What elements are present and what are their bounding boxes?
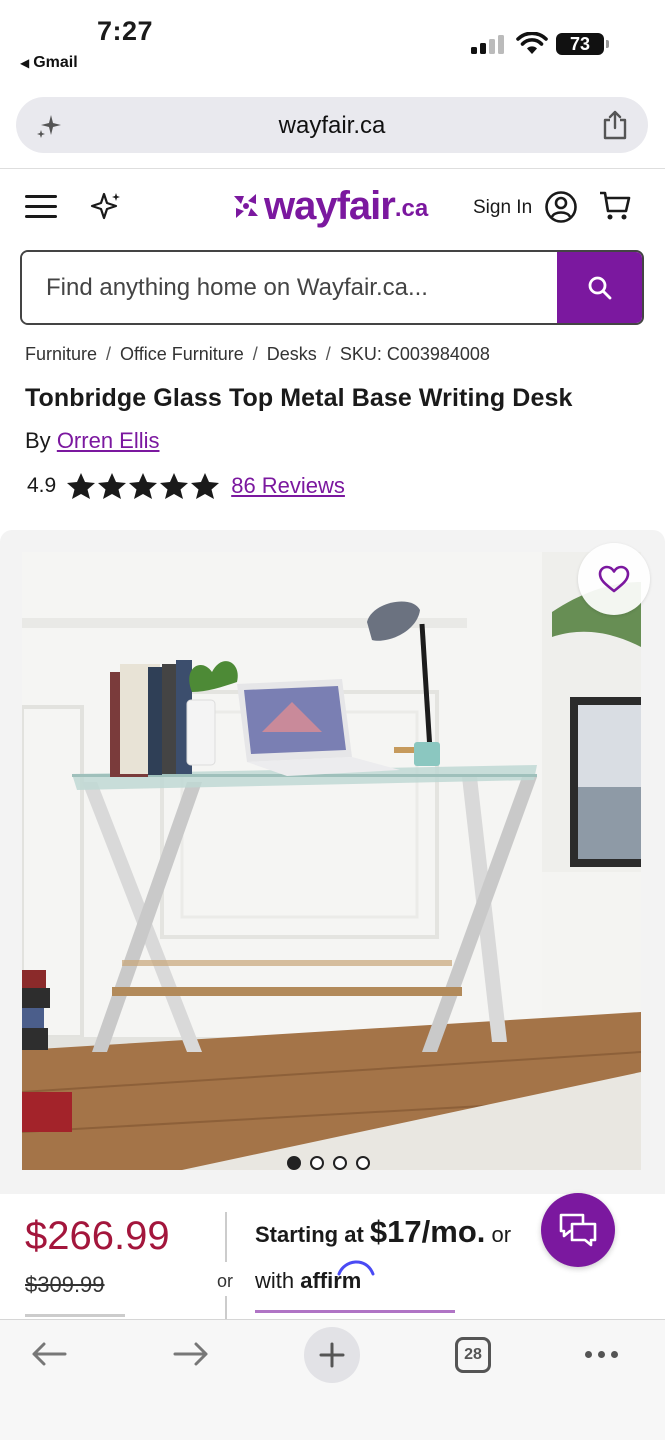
new-tab-button[interactable] (304, 1327, 360, 1383)
clipped-link-line (255, 1310, 455, 1318)
image-carousel-dots (287, 1156, 370, 1170)
with-label: with (255, 1268, 295, 1293)
rating-value: 4.9 (27, 474, 57, 497)
back-triangle-icon: ◀ (20, 56, 30, 70)
or-label: or (217, 1271, 234, 1291)
wifi-icon (516, 32, 548, 54)
more-menu-icon[interactable] (585, 1351, 618, 1358)
back-arrow-icon[interactable] (30, 1340, 68, 1368)
battery-indicator: 73 (556, 33, 609, 55)
search-input[interactable] (22, 252, 562, 323)
rating-row: 4.9 86 Reviews (27, 470, 345, 502)
star-icon (160, 473, 189, 499)
chat-button[interactable] (541, 1193, 615, 1267)
add-to-favorites-button[interactable] (578, 543, 650, 615)
product-photo-desk (22, 552, 641, 1170)
star-icon (129, 473, 158, 499)
affirm-line: with affirm (255, 1260, 375, 1294)
carousel-dot[interactable] (310, 1156, 324, 1170)
tab-switcher-button[interactable]: 28 (455, 1337, 491, 1373)
breadcrumb: Furniture / Office Furniture / Desks / SKU: C0… (25, 344, 490, 365)
product-gallery (0, 530, 665, 1194)
product-image[interactable] (22, 552, 641, 1170)
chat-icon (559, 1213, 597, 1247)
forward-arrow-icon[interactable] (172, 1340, 210, 1368)
back-to-app-link[interactable]: ◀ Gmail (20, 54, 78, 72)
star-icon (67, 473, 96, 499)
affirm-arc-icon (337, 1260, 375, 1276)
address-domain: wayfair.ca (278, 112, 386, 139)
financing-or: or (491, 1222, 512, 1247)
original-price: $309.99 (25, 1272, 105, 1297)
brand-link[interactable]: Orren Ellis (57, 428, 160, 453)
logo-text: wayfair (264, 184, 396, 228)
browser-toolbar: 28 (0, 1319, 665, 1440)
menu-icon[interactable] (25, 195, 57, 219)
carousel-dot[interactable] (333, 1156, 347, 1170)
vertical-divider (225, 1296, 227, 1319)
star-icon (98, 473, 127, 499)
search-bar (20, 250, 644, 325)
heart-icon (598, 565, 630, 593)
breadcrumb-separator: / (106, 344, 112, 364)
sign-in-link[interactable]: Sign In (473, 197, 532, 219)
back-app-label: Gmail (33, 54, 78, 71)
vertical-divider (225, 1212, 227, 1262)
clipped-text-line (25, 1314, 125, 1317)
search-icon (588, 276, 611, 299)
site-header: wayfair .ca Sign In (0, 175, 665, 239)
sale-price: $266.99 (25, 1214, 170, 1258)
search-button[interactable] (557, 252, 642, 323)
by-label: By (25, 428, 51, 453)
address-bar[interactable]: wayfair.ca (16, 97, 648, 153)
logo-tld: .ca (394, 195, 429, 222)
reviews-link[interactable]: 86 Reviews (231, 473, 345, 499)
status-bar: 7:27 ◀ Gmail 73 (0, 0, 665, 80)
wayfair-pinwheel-icon (234, 194, 258, 218)
breadcrumb-desks[interactable]: Desks (267, 344, 317, 364)
browser-divider (0, 168, 665, 169)
starting-at-label: Starting at (255, 1222, 364, 1247)
breadcrumb-office-furniture[interactable]: Office Furniture (120, 344, 244, 364)
star-icon (191, 473, 220, 499)
affirm-logo: affirm (300, 1260, 375, 1293)
financing-offer: Starting at $17/mo. or (255, 1214, 511, 1250)
wayfair-logo[interactable]: wayfair .ca (232, 186, 428, 226)
cellular-signal-icon (471, 35, 504, 54)
share-icon[interactable] (602, 110, 628, 140)
star-rating (66, 472, 220, 500)
breadcrumb-separator: / (252, 344, 258, 364)
breadcrumb-sku: SKU: C003984008 (339, 344, 490, 364)
product-title: Tonbridge Glass Top Metal Base Writing D… (25, 384, 573, 412)
ai-assistant-sparkle-icon[interactable] (90, 190, 122, 222)
account-icon[interactable] (544, 190, 578, 224)
breadcrumb-furniture[interactable]: Furniture (25, 344, 97, 364)
cart-icon[interactable] (598, 189, 632, 223)
carousel-dot[interactable] (287, 1156, 301, 1170)
product-byline: By Orren Ellis (25, 428, 160, 454)
plus-icon (319, 1342, 345, 1368)
status-time: 7:27 (97, 16, 154, 46)
breadcrumb-separator: / (325, 344, 331, 364)
carousel-dot[interactable] (356, 1156, 370, 1170)
monthly-price: $17/mo. (369, 1214, 486, 1249)
